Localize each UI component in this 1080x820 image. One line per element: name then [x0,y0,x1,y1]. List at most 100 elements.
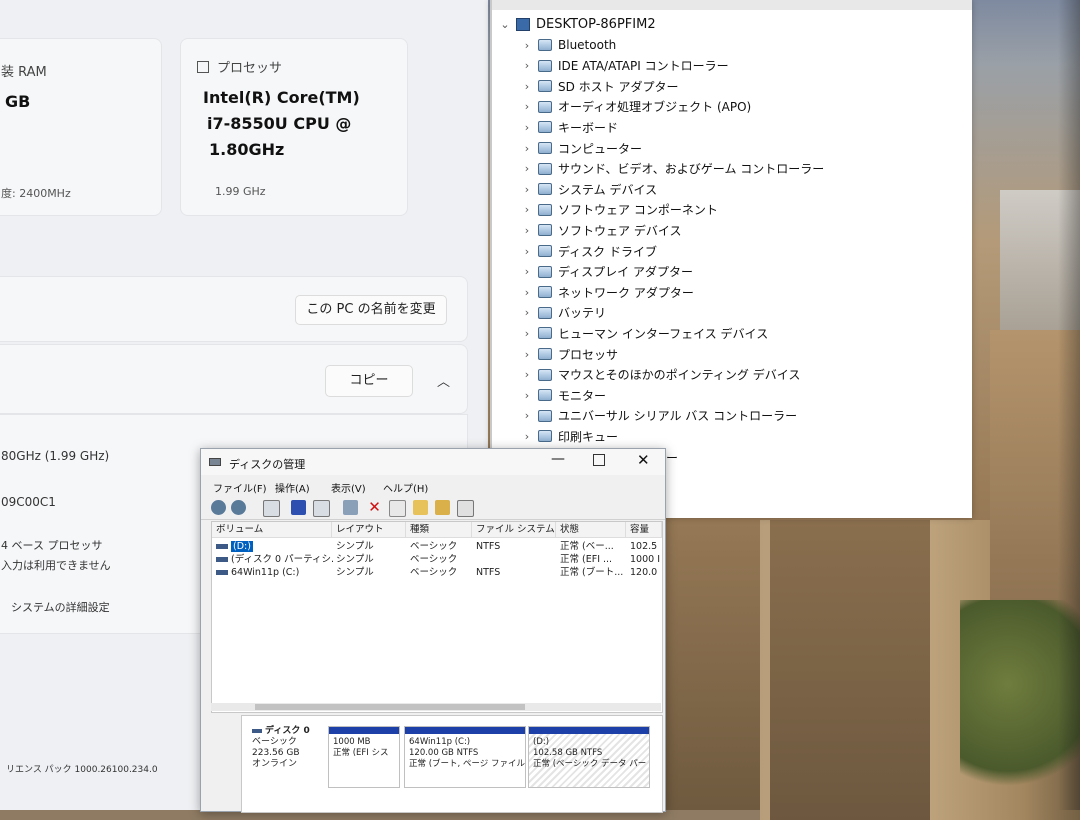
device-category-label: 印刷キュー [558,429,619,444]
volume-name-cell[interactable]: (D:) [216,540,334,553]
spacer [0,222,488,272]
partition-efi[interactable]: 1000 MB 正常 (EFI シス [328,726,400,788]
experience-pack: リエンス パック 1000.26100.234.0 [6,765,158,775]
device-category[interactable]: › マウスとそのほかのポインティング デバイス [522,366,801,384]
minimize-icon[interactable]: — [551,451,565,467]
col-status[interactable]: 状態 [556,522,626,538]
volume-icon [216,570,228,575]
chevron-right-icon[interactable]: › [522,430,532,443]
col-volume[interactable]: ボリューム [212,522,332,538]
partition-c[interactable]: 64Win11p (C:) 120.00 GB NTFS 正常 (ブート, ページ … [404,726,526,788]
chevron-right-icon[interactable]: › [522,245,532,258]
device-category[interactable]: › システム デバイス [522,180,657,198]
volume-name-cell[interactable]: 64Win11p (C:) [216,566,334,579]
device-category[interactable]: › IDE ATA/ATAPI コントローラー [522,57,729,75]
chevron-up-icon[interactable]: ︿ [437,371,450,390]
device-category-label: モニター [558,388,607,403]
partition-c-status: 正常 (ブート, ページ ファイル [409,759,525,769]
chevron-right-icon[interactable]: › [522,348,532,361]
volume-name: (ディスク 0 パーティシ... [231,554,334,565]
chevron-right-icon[interactable]: › [522,59,532,72]
chevron-right-icon[interactable]: › [522,80,532,93]
menu-help[interactable]: ヘルプ(H) [383,480,428,495]
chevron-right-icon[interactable]: › [522,368,532,381]
device-category[interactable]: › キーボード [522,118,618,136]
col-filesystem[interactable]: ファイル システム [472,522,556,538]
chevron-down-icon[interactable]: ⌄ [500,18,510,31]
view-icon[interactable] [313,500,330,517]
table-cell: シンプル [336,567,374,578]
forward-icon[interactable] [231,500,246,515]
table-cell: ベーシック [410,541,458,552]
settings-icon[interactable] [457,500,474,517]
copy-button[interactable]: コピー [325,365,413,397]
processor-name-line2: i7-8550U CPU @ [207,114,352,133]
device-category[interactable]: › 印刷キュー [522,427,618,445]
processor-name-line1: Intel(R) Core(TM) [203,88,360,107]
chevron-right-icon[interactable]: › [522,121,532,134]
partition-d[interactable]: (D:) 102.58 GB NTFS 正常 (ベーシック データ パー [528,726,650,788]
device-category[interactable]: › モニター [522,386,606,404]
device-category-label: オーディオ処理オブジェクト (APO) [558,100,752,115]
close-icon[interactable]: ✕ [637,451,650,469]
help-icon[interactable] [291,500,306,515]
col-type[interactable]: 種類 [406,522,472,538]
table-cell: 正常 (ベー... [560,541,614,552]
device-category-icon [538,389,552,402]
device-category[interactable]: › ディスク ドライブ [522,242,657,260]
chevron-right-icon[interactable]: › [522,39,532,52]
device-category[interactable]: › ネットワーク アダプター [522,283,694,301]
search-folder-icon[interactable] [435,500,450,515]
device-category[interactable]: › ユニバーサル シリアル バス コントローラー [522,407,797,425]
disk-info: ディスク 0 ベーシック 223.56 GB オンライン [252,726,310,770]
menu-view[interactable]: 表示(V) [331,480,366,495]
device-category[interactable]: › バッテリ [522,304,606,322]
advanced-settings-link[interactable]: システムの詳細設定 [11,599,110,615]
back-icon[interactable] [211,500,226,515]
menu-file[interactable]: ファイル(F) [213,480,267,495]
device-category[interactable]: › ソフトウェア コンポーネント [522,201,718,219]
device-category[interactable]: › サウンド、ビデオ、およびゲーム コントローラー [522,160,824,178]
device-category[interactable]: › ディスプレイ アダプター [522,263,693,281]
device-category[interactable]: › SD ホスト アダプター [522,77,679,95]
volume-name-cell[interactable]: (ディスク 0 パーティシ... [216,553,334,566]
device-category[interactable]: › オーディオ処理オブジェクト (APO) [522,98,751,116]
device-category[interactable]: › プロセッサ [522,345,618,363]
chevron-right-icon[interactable]: › [522,100,532,113]
chevron-right-icon[interactable]: › [522,389,532,402]
chevron-right-icon[interactable]: › [522,203,532,216]
horizontal-scrollbar[interactable] [211,703,661,711]
chevron-right-icon[interactable]: › [522,142,532,155]
device-category-icon [538,265,552,278]
device-category-icon [538,306,552,319]
device-category-icon [538,203,552,216]
device-category-icon [538,121,552,134]
rename-pc-button[interactable]: この PC の名前を変更 [295,295,447,325]
scroll-thumb[interactable] [255,704,525,710]
chevron-right-icon[interactable]: › [522,183,532,196]
wallpaper-bridge [770,520,930,820]
chevron-right-icon[interactable]: › [522,286,532,299]
chevron-right-icon[interactable]: › [522,306,532,319]
disk-name-text: ディスク 0 [265,726,310,736]
device-category[interactable]: › コンピューター [522,139,642,157]
check-icon[interactable] [389,500,406,517]
chevron-right-icon[interactable]: › [522,327,532,340]
tree-root[interactable]: ⌄ DESKTOP-86PFIM2 [500,14,655,34]
chevron-right-icon[interactable]: › [522,224,532,237]
chevron-right-icon[interactable]: › [522,409,532,422]
menu-action[interactable]: 操作(A) [275,480,310,495]
delete-icon[interactable]: ✕ [367,500,382,515]
connect-icon[interactable] [343,500,358,515]
maximize-icon[interactable] [593,454,605,466]
chevron-right-icon[interactable]: › [522,162,532,175]
col-layout[interactable]: レイアウト [332,522,406,538]
folder-up-icon[interactable] [413,500,428,515]
device-category[interactable]: › Bluetooth [522,36,616,54]
device-category[interactable]: › ヒューマン インターフェイス デバイス [522,324,768,342]
col-capacity[interactable]: 容量 [626,522,662,538]
device-category-icon [538,245,552,257]
properties-icon[interactable] [263,500,280,517]
chevron-right-icon[interactable]: › [522,265,532,278]
device-category[interactable]: › ソフトウェア デバイス [522,221,682,239]
